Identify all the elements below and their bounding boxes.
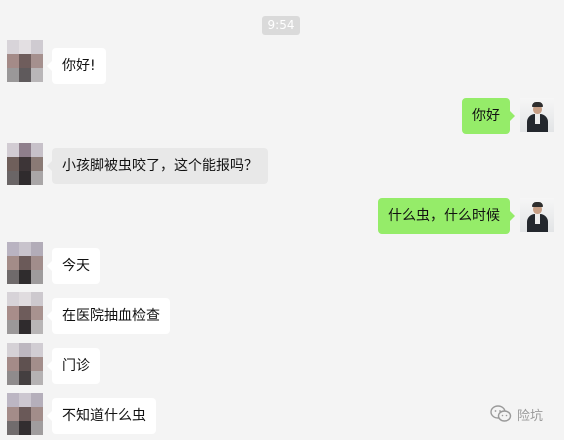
message-bubble[interactable]: 你好 — [462, 98, 515, 134]
wechat-icon — [490, 405, 512, 423]
contact-avatar[interactable] — [7, 292, 43, 334]
contact-avatar[interactable] — [7, 40, 43, 82]
my-avatar[interactable] — [520, 98, 554, 132]
contact-avatar[interactable] — [7, 393, 43, 435]
message-bubble[interactable]: 门诊 — [47, 348, 100, 384]
message-bubble[interactable]: 什么虫，什么时候 — [378, 198, 515, 234]
message-bubble[interactable]: 你好! — [47, 48, 106, 84]
watermark-text: 险坑 — [517, 408, 544, 424]
my-avatar[interactable] — [520, 198, 554, 232]
contact-avatar[interactable] — [7, 242, 43, 284]
contact-avatar[interactable] — [7, 143, 43, 185]
message-bubble[interactable]: 在医院抽血检查 — [47, 298, 170, 334]
watermark: 险坑 — [490, 404, 543, 424]
message-bubble[interactable]: 不知道什么虫 — [47, 398, 156, 434]
contact-avatar[interactable] — [7, 343, 43, 385]
message-bubble[interactable]: 小孩脚被虫咬了，这个能报吗？ — [47, 148, 268, 184]
timestamp: 9:54 — [262, 16, 300, 35]
message-bubble[interactable]: 今天 — [47, 248, 100, 284]
